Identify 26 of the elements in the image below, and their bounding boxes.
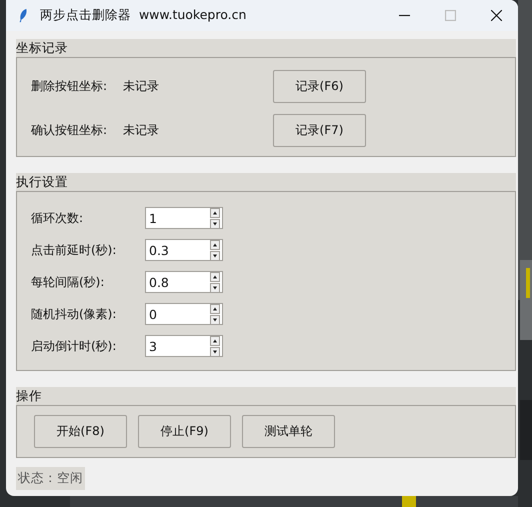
spinbox[interactable]: 1 <box>145 207 223 229</box>
status-text: 状态：空闲 <box>16 467 85 490</box>
field-label: 随机抖动(像素): <box>31 306 118 322</box>
field-value: 未记录 <box>123 78 160 94</box>
spinbox[interactable]: 0 <box>145 303 223 325</box>
field-label: 循环次数: <box>31 210 84 226</box>
field-label: 每轮间隔(秒): <box>31 274 106 290</box>
action-button[interactable]: 测试单轮 <box>242 415 335 448</box>
section-header: 操作 <box>16 387 516 405</box>
section-header: 执行设置 <box>16 173 516 191</box>
field-label: 点击前延时(秒): <box>31 242 118 258</box>
close-icon[interactable] <box>491 10 502 21</box>
field-label: 启动倒计时(秒): <box>31 338 118 354</box>
field-label: 删除按钮坐标: <box>31 78 108 94</box>
spinbox[interactable]: 0.8 <box>145 271 223 293</box>
field-label: 确认按钮坐标: <box>31 122 108 138</box>
spinbox[interactable]: 0.3 <box>145 239 223 261</box>
action-button[interactable]: 停止(F9) <box>138 415 231 448</box>
feather-icon <box>18 7 28 24</box>
action-button[interactable]: 开始(F8) <box>34 415 127 448</box>
field-value: 未记录 <box>123 122 160 138</box>
record-button[interactable]: 记录(F6) <box>273 70 366 102</box>
spinbox[interactable]: 3 <box>145 335 223 357</box>
section-header: 坐标记录 <box>16 39 516 57</box>
window-title: 两步点击删除器 www.tuokepro.cn <box>40 7 246 24</box>
record-button[interactable]: 记录(F7) <box>273 114 366 146</box>
